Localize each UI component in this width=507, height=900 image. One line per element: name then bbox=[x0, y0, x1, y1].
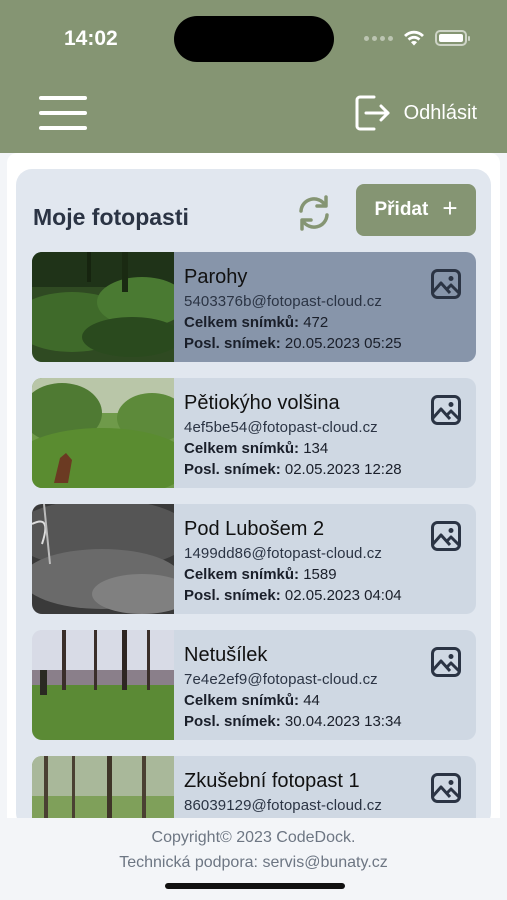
camera-card[interactable]: Pětiokýho volšina 4ef5be54@fotopast-clou… bbox=[32, 378, 476, 488]
signal-icon bbox=[364, 35, 393, 41]
dynamic-island bbox=[174, 16, 334, 62]
total-label: Celkem snímků: bbox=[184, 566, 300, 583]
camera-email: 5403376b@fotopast-cloud.cz bbox=[184, 293, 382, 310]
camera-name: Parohy bbox=[184, 266, 248, 288]
support-text[interactable]: Technická podpora: servis@bunaty.cz bbox=[0, 854, 507, 872]
total-value: 44 bbox=[303, 692, 320, 709]
add-trap-button[interactable]: Přidat + bbox=[356, 184, 476, 236]
plus-icon: + bbox=[442, 193, 458, 223]
camera-total: Celkem snímků: 44 bbox=[184, 692, 320, 709]
last-label: Posl. snímek: bbox=[184, 335, 281, 352]
status-time: 14:02 bbox=[64, 27, 118, 50]
camera-card[interactable]: Pod Lubošem 2 1499dd86@fotopast-cloud.cz… bbox=[32, 504, 476, 614]
camera-name: Netušílek bbox=[184, 644, 268, 666]
total-value: 134 bbox=[303, 440, 329, 457]
status-icons bbox=[364, 30, 470, 46]
camera-name: Pětiokýho volšina bbox=[184, 392, 340, 414]
camera-card[interactable]: Netušílek 7e4e2ef9@fotopast-cloud.cz Cel… bbox=[32, 630, 476, 740]
gallery-icon[interactable] bbox=[430, 394, 462, 426]
camera-email: 7e4e2ef9@fotopast-cloud.cz bbox=[184, 671, 378, 688]
camera-last: Posl. snímek: 02.05.2023 12:28 bbox=[184, 461, 402, 478]
traps-panel: Moje fotopasti Přidat + Parohy 5403376b@… bbox=[16, 169, 491, 829]
last-value: 30.04.2023 13:34 bbox=[284, 713, 402, 730]
logout-icon bbox=[355, 95, 390, 131]
camera-email: 4ef5be54@fotopast-cloud.cz bbox=[184, 419, 378, 436]
last-label: Posl. snímek: bbox=[184, 587, 281, 604]
last-label: Posl. snímek: bbox=[184, 461, 281, 478]
hamburger-menu-button[interactable] bbox=[39, 96, 87, 130]
camera-last: Posl. snímek: 30.04.2023 13:34 bbox=[184, 713, 402, 730]
battery-icon bbox=[435, 30, 470, 46]
camera-total: Celkem snímků: 472 bbox=[184, 314, 328, 331]
last-label: Posl. snímek: bbox=[184, 713, 281, 730]
logout-label: Odhlásit bbox=[403, 101, 477, 124]
camera-total: Celkem snímků: 134 bbox=[184, 440, 328, 457]
home-indicator bbox=[165, 883, 345, 889]
total-label: Celkem snímků: bbox=[184, 314, 300, 331]
last-value: 02.05.2023 04:04 bbox=[284, 587, 402, 604]
last-value: 02.05.2023 12:28 bbox=[284, 461, 402, 478]
logout-button[interactable]: Odhlásit bbox=[354, 93, 477, 133]
camera-list: Parohy 5403376b@fotopast-cloud.cz Celkem… bbox=[32, 252, 476, 829]
camera-thumbnail bbox=[32, 252, 174, 362]
camera-total: Celkem snímků: 1589 bbox=[184, 566, 337, 583]
total-label: Celkem snímků: bbox=[184, 440, 300, 457]
main-content: Moje fotopasti Přidat + Parohy 5403376b@… bbox=[7, 153, 500, 829]
camera-last: Posl. snímek: 02.05.2023 04:04 bbox=[184, 587, 402, 604]
gallery-icon[interactable] bbox=[430, 772, 462, 804]
add-label: Přidat bbox=[374, 199, 429, 220]
gallery-icon[interactable] bbox=[430, 268, 462, 300]
gallery-icon[interactable] bbox=[430, 646, 462, 678]
camera-thumbnail bbox=[32, 378, 174, 488]
refresh-icon bbox=[299, 195, 329, 231]
total-value: 472 bbox=[303, 314, 329, 331]
camera-name: Zkušební fotopast 1 bbox=[184, 770, 360, 792]
camera-name: Pod Lubošem 2 bbox=[184, 518, 325, 540]
wifi-icon bbox=[404, 30, 424, 46]
camera-email: 86039129@fotopast-cloud.cz bbox=[184, 797, 382, 814]
app-header: 14:02 Odhlásit bbox=[0, 0, 507, 153]
refresh-button[interactable] bbox=[294, 193, 334, 233]
camera-thumbnail bbox=[32, 504, 174, 614]
camera-thumbnail bbox=[32, 630, 174, 740]
camera-last: Posl. snímek: 20.05.2023 05:25 bbox=[184, 335, 402, 352]
camera-card[interactable]: Parohy 5403376b@fotopast-cloud.cz Celkem… bbox=[32, 252, 476, 362]
total-value: 1589 bbox=[303, 566, 337, 583]
total-label: Celkem snímků: bbox=[184, 692, 300, 709]
camera-email: 1499dd86@fotopast-cloud.cz bbox=[184, 545, 382, 562]
copyright-text: Copyright© 2023 CodeDock. bbox=[151, 829, 356, 846]
page-title: Moje fotopasti bbox=[33, 204, 189, 230]
last-value: 20.05.2023 05:25 bbox=[284, 335, 402, 352]
gallery-icon[interactable] bbox=[430, 520, 462, 552]
